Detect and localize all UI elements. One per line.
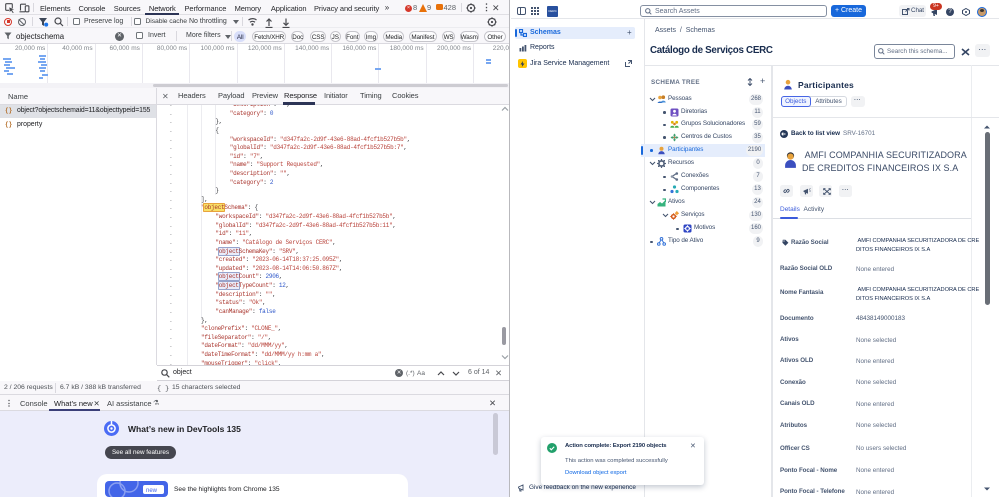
svg-text:new: new <box>146 488 158 494</box>
